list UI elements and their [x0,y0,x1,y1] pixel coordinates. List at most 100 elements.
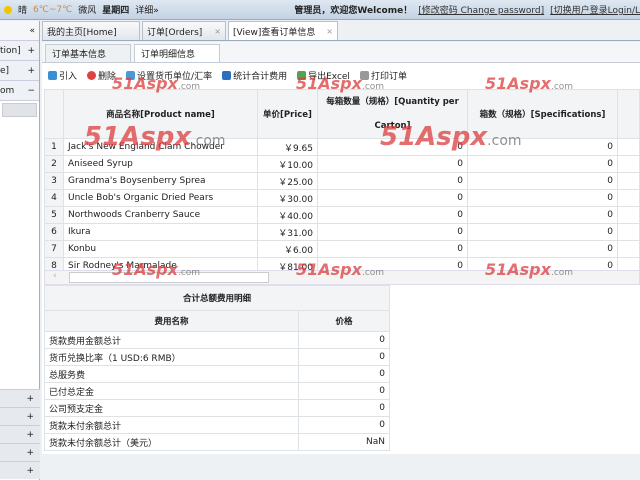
quantity-cell[interactable]: 0 [317,172,468,190]
fee-value: NaN [298,433,390,451]
price-cell[interactable]: ￥10.00 [257,155,318,173]
row-number: 2 [44,155,64,173]
column-header-price[interactable]: 单价[Price] [257,89,318,139]
plus-icon[interactable]: + [27,66,35,76]
column-header-extra [617,89,640,139]
quantity-cell[interactable]: 0 [317,155,468,173]
change-password-link[interactable]: [修改密码 Change password] [418,3,544,16]
tab-order-detail-info[interactable]: 订单明细信息 [134,44,220,62]
price-cell[interactable]: ￥30.00 [257,189,318,207]
wind: 微风 [78,6,97,16]
calculate-total-button[interactable]: 统计合计费用 [222,69,287,82]
tab-orders[interactable]: 订单[Orders] × [142,21,226,40]
column-header-specifications[interactable]: 箱数（规格）[Specifications] [467,89,618,139]
welcome-text: 管理员，欢迎您Welcome！ [294,6,413,16]
sidebar-accordion-item[interactable]: + [0,443,40,461]
close-icon[interactable]: × [214,27,221,36]
collapse-sidebar-button[interactable]: « [0,21,39,41]
table-row[interactable]: 2 Aniseed Syrup ￥10.00 0 0 [44,155,640,173]
delete-button[interactable]: 删除 [87,69,116,82]
extra-cell [617,206,640,224]
summary-row: 总服务费 0 [44,365,390,383]
scrollbar-thumb[interactable] [69,272,269,283]
export-excel-button[interactable]: 导出Excel [297,69,350,82]
specifications-cell[interactable]: 0 [467,206,618,224]
table-row[interactable]: 7 Konbu ￥6.00 0 0 [44,240,640,258]
price-cell[interactable]: ￥25.00 [257,172,318,190]
sidebar-accordion-item[interactable]: + [0,461,40,479]
product-name-cell[interactable]: Jack's New England Clam Chowder [63,138,258,156]
delete-icon [87,70,97,80]
specifications-cell[interactable]: 0 [467,155,618,173]
horizontal-scrollbar[interactable]: ‹ [44,270,640,285]
fee-value: 0 [298,399,390,417]
specifications-cell[interactable]: 0 [467,189,618,207]
column-header-quantity-per-carton[interactable]: 每箱数量（规格）[Quantity per Carton] [317,89,468,139]
row-number-header [44,89,64,139]
specifications-cell[interactable]: 0 [467,138,618,156]
sidebar-item[interactable]: om − [0,81,39,101]
specifications-cell[interactable]: 0 [467,172,618,190]
sidebar-item[interactable]: e] + [0,61,39,81]
top-bar: 晴 6℃~7℃ 微风 星期四 详细» 管理员，欢迎您Welcome！ [修改密码… [0,0,640,20]
quantity-cell[interactable]: 0 [317,223,468,241]
table-row[interactable]: 1 Jack's New England Clam Chowder ￥9.65 … [44,138,640,156]
price-cell[interactable]: ￥6.00 [257,240,318,258]
product-name-cell[interactable]: Aniseed Syrup [63,155,258,173]
button-label: 设置货币单位/汇率 [137,71,213,82]
table-row[interactable]: 3 Grandma's Boysenberry Sprea ￥25.00 0 0 [44,172,640,190]
button-label: 打印订单 [370,71,407,82]
summary-row: 货币兑换比率（1 USD:6 RMB） 0 [44,348,390,366]
price-cell[interactable]: ￥9.65 [257,138,318,156]
quantity-cell[interactable]: 0 [317,138,468,156]
column-header-product-name[interactable]: 商品名称[Product name] [63,89,258,139]
summary-column-name: 费用名称 [44,310,299,332]
table-row[interactable]: 6 Ikura ￥31.00 0 0 [44,223,640,241]
product-name-cell[interactable]: Grandma's Boysenberry Sprea [63,172,258,190]
fee-value: 0 [298,365,390,383]
table-row[interactable]: 4 Uncle Bob's Organic Dried Pears ￥30.00… [44,189,640,207]
switch-user-link[interactable]: [切换用户登录Login/L [550,3,640,16]
tab-home[interactable]: 我的主页[Home] [42,21,140,40]
specifications-cell[interactable]: 0 [467,223,618,241]
product-name-cell[interactable]: Uncle Bob's Organic Dried Pears [63,189,258,207]
double-chevron-left-icon: « [29,25,35,36]
excel-icon [297,70,307,80]
import-button[interactable]: 引入 [48,69,77,82]
close-icon[interactable]: × [326,27,333,36]
sidebar-accordion-item[interactable]: + [0,407,40,425]
table-row[interactable]: 5 Northwoods Cranberry Sauce ￥40.00 0 0 [44,206,640,224]
product-name-cell[interactable]: Ikura [63,223,258,241]
quantity-cell[interactable]: 0 [317,240,468,258]
product-name-cell[interactable]: Konbu [63,240,258,258]
product-name-cell[interactable]: Northwoods Cranberry Sauce [63,206,258,224]
price-cell[interactable]: ￥31.00 [257,223,318,241]
sidebar-item[interactable]: tion] + [0,41,39,61]
minus-icon[interactable]: − [27,86,35,96]
sidebar-accordion-item[interactable]: + [0,389,40,407]
fee-value: 0 [298,331,390,349]
sidebar: « tion] + e] + om − + + + + + [0,21,40,480]
print-order-button[interactable]: 打印订单 [359,69,407,82]
price-cell[interactable]: ￥40.00 [257,206,318,224]
sidebar-selected-item[interactable] [2,103,37,117]
printer-icon [359,70,369,80]
extra-cell [617,172,640,190]
quantity-cell[interactable]: 0 [317,189,468,207]
tab-label: 订单[Orders] [147,27,203,38]
currency-icon [126,70,136,80]
extra-cell [617,138,640,156]
main-tabs: 我的主页[Home] 订单[Orders] × [View]查看订单信息 × [42,21,640,41]
set-currency-button[interactable]: 设置货币单位/汇率 [126,69,212,82]
summary-table: 合计总额费用明细 费用名称 价格 货款费用金额总计 0 货币兑换比率（1 USD:6 … [44,285,390,451]
tab-view-order[interactable]: [View]查看订单信息 × [228,21,338,40]
quantity-cell[interactable]: 0 [317,206,468,224]
sidebar-item-label: e] [0,65,10,76]
specifications-cell[interactable]: 0 [467,240,618,258]
weather-details-link[interactable]: 详细» [135,3,159,16]
tab-order-basic-info[interactable]: 订单基本信息 [45,44,131,62]
sidebar-accordion-item[interactable]: + [0,425,40,443]
summary-row: 货款费用金额总计 0 [44,331,390,349]
plus-icon[interactable]: + [27,46,35,56]
chevron-left-icon[interactable]: ‹ [53,271,57,281]
